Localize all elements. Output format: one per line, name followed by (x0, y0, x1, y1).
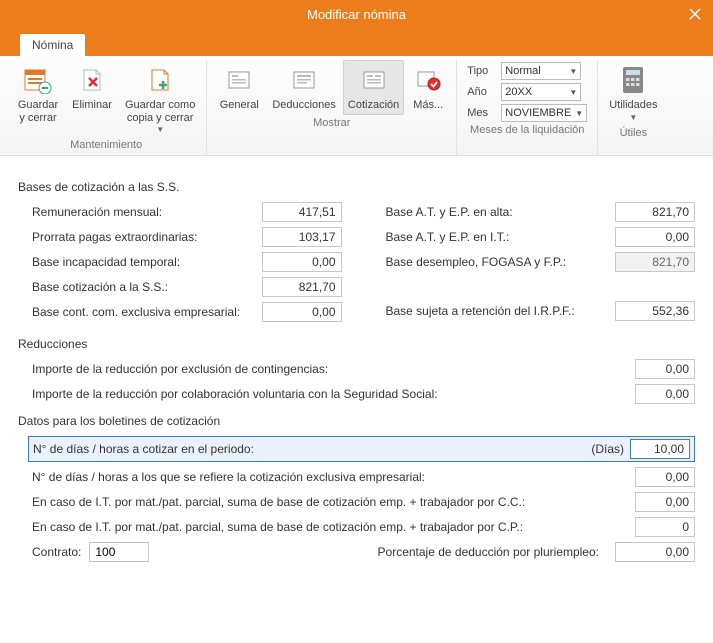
desem-label: Base desempleo, FOGASA y F.P.: (386, 255, 616, 269)
close-icon (689, 8, 701, 20)
dropdown-arrow-icon: ▼ (569, 88, 577, 97)
reduc1-label: Importe de la reducción por exclusión de… (32, 362, 635, 376)
ribbon-group-mantenimiento: Guardar y cerrar Eliminar Guardar como c… (6, 60, 207, 155)
group-label-mantenimiento: Mantenimiento (70, 139, 142, 153)
tipo-value: Normal (505, 65, 540, 77)
ribbon-group-utiles: Utilidades ▼ Útiles (598, 60, 668, 155)
desem-readonly: 821,70 (615, 252, 695, 272)
deducciones-icon (287, 63, 321, 97)
tab-nomina[interactable]: Nómina (20, 34, 85, 56)
mas-label: Más... (413, 99, 443, 112)
contrato-label: Contrato: (32, 545, 81, 559)
mas-icon (411, 63, 445, 97)
dias-row-selected[interactable]: N° de días / horas a cotizar en el perio… (28, 436, 695, 462)
exc-emp-input[interactable]: 0,00 (262, 302, 342, 322)
caret-down-icon: ▼ (629, 113, 637, 122)
tipo-select[interactable]: Normal ▼ (501, 62, 581, 80)
pluri-label: Porcentaje de deducción por pluriempleo: (157, 545, 607, 559)
reduc2-input[interactable]: 0,00 (635, 384, 695, 404)
at-alta-input[interactable]: 821,70 (615, 202, 695, 222)
title-bar: Modificar nómina (0, 0, 713, 28)
rem-mensual-input[interactable]: 417,51 (262, 202, 342, 222)
section-bases-heading: Bases de cotización a las S.S. (18, 180, 695, 194)
general-button[interactable]: General (213, 60, 265, 115)
cp-input[interactable]: 0 (635, 517, 695, 537)
mes-select[interactable]: NOVIEMBRE ▼ (501, 104, 587, 122)
eliminar-label: Eliminar (72, 99, 112, 112)
utilidades-button[interactable]: Utilidades ▼ (604, 60, 662, 125)
cotizacion-icon (357, 63, 391, 97)
section-boletines-heading: Datos para los boletines de cotización (18, 414, 695, 428)
dias-unit: (Días) (591, 442, 624, 456)
mes-label: Mes (467, 107, 497, 119)
at-it-label: Base A.T. y E.P. en I.T.: (386, 230, 616, 244)
window-title: Modificar nómina (307, 7, 406, 22)
dias-input[interactable]: 10,00 (630, 439, 690, 459)
dropdown-arrow-icon: ▼ (569, 67, 577, 76)
cc-input[interactable]: 0,00 (635, 492, 695, 512)
dropdown-arrow-icon: ▼ (575, 109, 583, 118)
mas-button[interactable]: Más... (406, 60, 450, 115)
ribbon-group-meses: Tipo Normal ▼ Año 20XX ▼ Mes NOVIEMBRE ▼ Me… (457, 60, 598, 155)
group-label-utiles: Útiles (620, 127, 648, 141)
cot-ss-input[interactable]: 821,70 (262, 277, 342, 297)
group-label-meses: Meses de la liquidación (470, 124, 584, 138)
general-icon (222, 63, 256, 97)
cotizacion-label: Cotización (348, 99, 399, 112)
save-copy-icon (143, 63, 177, 97)
dias-label: N° de días / horas a cotizar en el perio… (33, 442, 591, 456)
general-label: General (220, 99, 259, 112)
cot-ss-label: Base cotización a la S.S.: (32, 280, 262, 294)
it-input[interactable]: 0,00 (262, 252, 342, 272)
tab-strip: Nómina (0, 28, 713, 56)
cc-label: En caso de I.T. por mat./pat. parcial, s… (32, 495, 635, 509)
ano-label: Año (467, 86, 497, 98)
at-it-input[interactable]: 0,00 (615, 227, 695, 247)
calculator-icon (616, 63, 650, 97)
delete-icon (75, 63, 109, 97)
ribbon-group-mostrar: General Deducciones Cotización Más... (207, 60, 457, 155)
contrato-input[interactable] (89, 542, 149, 562)
eliminar-button[interactable]: Eliminar (66, 60, 118, 115)
deducciones-button[interactable]: Deducciones (267, 60, 341, 115)
reduc2-label: Importe de la reducción por colaboración… (32, 387, 635, 401)
pluri-input[interactable]: 0,00 (615, 542, 695, 562)
rem-mensual-label: Remuneración mensual: (32, 205, 262, 219)
exc-emp-label: Base cont. com. exclusiva empresarial: (32, 305, 262, 319)
irpf-input[interactable]: 552,36 (615, 301, 695, 321)
caret-down-icon: ▼ (156, 125, 164, 134)
it-label: Base incapacidad temporal: (32, 255, 262, 269)
deducciones-label: Deducciones (272, 99, 336, 112)
ano-value: 20XX (505, 86, 532, 98)
section-reducciones-heading: Reducciones (18, 337, 695, 351)
content-area: Bases de cotización a las S.S. Remunerac… (0, 156, 713, 582)
excl-input[interactable]: 0,00 (635, 467, 695, 487)
guardar-como-label: Guardar como copia y cerrar (125, 99, 195, 124)
close-button[interactable] (685, 4, 705, 24)
excl-label: N° de días / horas a los que se refiere … (32, 470, 635, 484)
prorrata-label: Prorrata pagas extraordinarias: (32, 230, 262, 244)
reduc1-input[interactable]: 0,00 (635, 359, 695, 379)
utilidades-label: Utilidades (609, 99, 657, 112)
group-label-mostrar: Mostrar (313, 117, 350, 131)
cp-label: En caso de I.T. por mat./pat. parcial, s… (32, 520, 635, 534)
mes-value: NOVIEMBRE (505, 107, 571, 119)
ribbon: Guardar y cerrar Eliminar Guardar como c… (0, 56, 713, 156)
save-close-icon (21, 63, 55, 97)
cotizacion-button[interactable]: Cotización (343, 60, 404, 115)
guardar-como-button[interactable]: Guardar como copia y cerrar ▼ (120, 60, 200, 137)
prorrata-input[interactable]: 103,17 (262, 227, 342, 247)
guardar-cerrar-label: Guardar y cerrar (18, 99, 58, 124)
guardar-cerrar-button[interactable]: Guardar y cerrar (12, 60, 64, 127)
at-alta-label: Base A.T. y E.P. en alta: (386, 205, 616, 219)
irpf-label: Base sujeta a retención del I.R.P.F.: (386, 304, 616, 318)
tipo-label: Tipo (467, 65, 497, 77)
ano-select[interactable]: 20XX ▼ (501, 83, 581, 101)
